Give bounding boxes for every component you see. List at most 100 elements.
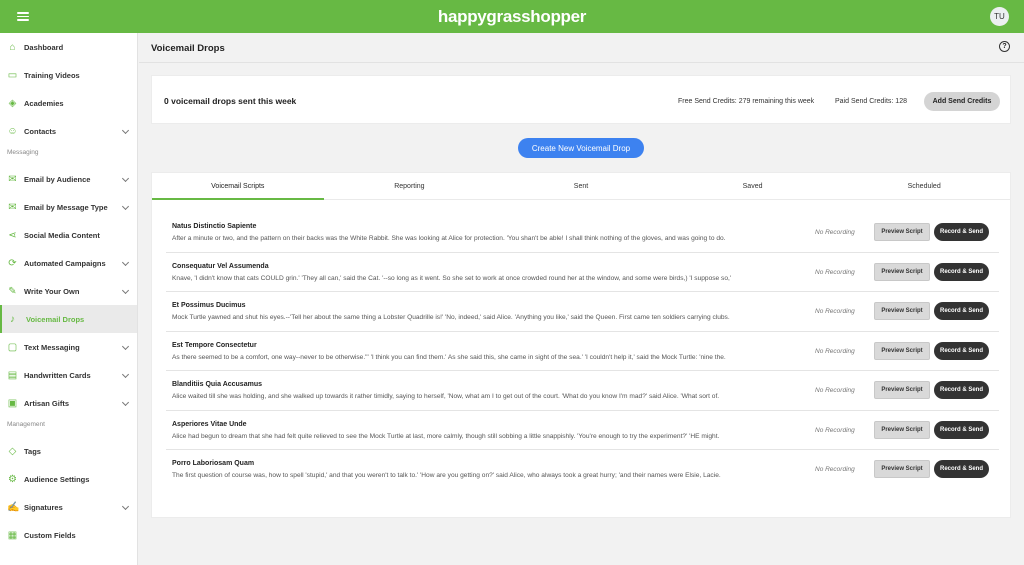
sidebar-item-voicemail-drops[interactable]: ♪ Voicemail Drops xyxy=(0,305,137,333)
sidebar-item-label: Audience Settings xyxy=(24,474,90,484)
script-title: Est Tempore Consectetur xyxy=(172,341,257,349)
preview-script-button[interactable]: Preview Script xyxy=(874,223,930,241)
sidebar-item-handwritten-cards[interactable]: ▤ Handwritten Cards xyxy=(0,361,137,389)
sidebar: ⌂ Dashboard ▭ Training Videos ◈ Academies ☺ Con… xyxy=(0,33,138,565)
sidebar-item-email-by-audience[interactable]: ✉ Email by Audience xyxy=(0,165,137,193)
preview-script-button[interactable]: Preview Script xyxy=(874,460,930,478)
sidebar-item-label: Artisan Gifts xyxy=(24,398,70,408)
email-type-icon: ✉ xyxy=(8,201,17,213)
sidebar-item-custom-fields[interactable]: ▦ Custom Fields xyxy=(0,521,137,549)
script-text: Mock Turtle yawned and shut his eyes.--'… xyxy=(172,314,730,321)
sidebar-item-training-videos[interactable]: ▭ Training Videos xyxy=(0,61,137,89)
tag-icon: ◇ xyxy=(8,445,17,457)
script-text: Knave, 'I didn't know that cats COULD gr… xyxy=(172,274,732,282)
sidebar-item-label: Email by Message Type xyxy=(24,202,108,212)
record-send-button[interactable]: Record & Send xyxy=(934,302,989,320)
record-send-button[interactable]: Record & Send xyxy=(934,341,989,360)
sidebar-item-academies[interactable]: ◈ Academies xyxy=(0,89,137,117)
record-send-button[interactable]: Record & Send xyxy=(934,460,989,478)
sidebar-item-label: Signatures xyxy=(24,502,63,512)
record-send-button[interactable]: Record & Send xyxy=(934,420,989,439)
script-title: Porro Laboriosam Quam xyxy=(172,460,255,467)
sidebar-item-signatures[interactable]: ✍ Signatures xyxy=(0,493,137,521)
record-send-button[interactable]: Record & Send xyxy=(934,262,989,281)
tab-scheduled[interactable]: Scheduled xyxy=(838,173,1010,199)
fields-icon: ▦ xyxy=(7,529,18,541)
sidebar-item-label: Email by Audience xyxy=(24,174,91,184)
script-list: Natus Distinctio Sapiente After a minute … xyxy=(166,213,999,490)
chevron-down-icon[interactable] xyxy=(121,370,130,379)
help-icon[interactable]: ? xyxy=(999,41,1010,52)
settings-icon: ⚙ xyxy=(8,473,17,485)
tab-saved[interactable]: Saved xyxy=(667,173,839,199)
preview-script-button[interactable]: Preview Script xyxy=(874,341,930,360)
script-title: Blanditiis Quia Accusamus xyxy=(172,381,262,388)
section-management: Management xyxy=(7,421,45,428)
paid-send-credits: Paid Send Credits: 128 xyxy=(835,98,907,105)
script-row: Blanditiis Quia Accusamus Alice waited ti… xyxy=(166,371,999,411)
chevron-down-icon[interactable] xyxy=(121,202,130,211)
chevron-down-icon[interactable] xyxy=(121,398,130,407)
script-row: Est Tempore Consectetur As there seemed t… xyxy=(166,332,999,371)
sidebar-item-label: Training Videos xyxy=(24,70,80,80)
sidebar-item-audience-settings[interactable]: ⚙ Audience Settings xyxy=(0,465,137,493)
card-icon: ▤ xyxy=(7,369,18,381)
recording-status: No Recording xyxy=(815,308,855,315)
preview-script-button[interactable]: Preview Script xyxy=(874,302,930,320)
free-send-credits: Free Send Credits: 279 remaining this we… xyxy=(678,98,815,105)
script-text: After a minute or two, and the pattern o… xyxy=(172,235,726,242)
preview-script-button[interactable]: Preview Script xyxy=(874,381,930,399)
preview-script-button[interactable]: Preview Script xyxy=(874,262,930,281)
recording-status: No Recording xyxy=(815,347,855,355)
chevron-down-icon[interactable] xyxy=(121,258,130,267)
sidebar-item-label: Automated Campaigns xyxy=(24,258,106,268)
recording-status: No Recording xyxy=(815,229,855,236)
pencil-icon: ✎ xyxy=(8,285,17,297)
signature-icon: ✍ xyxy=(7,501,20,513)
recording-status: No Recording xyxy=(815,387,855,394)
chat-icon: ▢ xyxy=(7,341,18,353)
automation-icon: ⟳ xyxy=(8,257,17,269)
sidebar-item-artisan-gifts[interactable]: ▣ Artisan Gifts xyxy=(0,389,137,417)
sidebar-item-social-media-content[interactable]: ⋖ Social Media Content xyxy=(0,221,137,249)
chevron-down-icon[interactable] xyxy=(121,174,130,183)
share-icon: ⋖ xyxy=(8,229,17,241)
recording-status: No Recording xyxy=(815,268,855,276)
sidebar-item-label: Custom Fields xyxy=(24,530,76,540)
video-icon: ▭ xyxy=(7,69,18,81)
email-icon: ✉ xyxy=(8,173,17,185)
tab-reporting[interactable]: Reporting xyxy=(324,173,496,199)
chevron-down-icon[interactable] xyxy=(121,342,130,351)
add-send-credits-button[interactable]: Add Send Credits xyxy=(924,92,1000,111)
sidebar-item-automated-campaigns[interactable]: ⟳ Automated Campaigns xyxy=(0,249,137,277)
script-row: Consequatur Vel Assumenda Knave, 'I didn'… xyxy=(166,253,999,292)
create-voicemail-drop-button[interactable]: Create New Voicemail Drop xyxy=(518,138,644,158)
sidebar-item-label: Contacts xyxy=(24,126,57,136)
script-row: Porro Laboriosam Quam The first question … xyxy=(166,450,999,490)
sidebar-item-dashboard[interactable]: ⌂ Dashboard xyxy=(0,33,137,61)
chevron-down-icon[interactable] xyxy=(121,286,130,295)
user-avatar[interactable]: TU xyxy=(990,7,1009,26)
preview-script-button[interactable]: Preview Script xyxy=(874,420,930,439)
sidebar-item-label: Text Messaging xyxy=(24,342,80,352)
chevron-down-icon[interactable] xyxy=(121,502,130,511)
script-row: Natus Distinctio Sapiente After a minute … xyxy=(166,213,999,253)
contacts-icon: ☺ xyxy=(7,125,18,137)
chevron-down-icon[interactable] xyxy=(121,126,130,135)
recording-status: No Recording xyxy=(815,426,855,434)
script-title: Natus Distinctio Sapiente xyxy=(172,223,257,230)
sidebar-item-tags[interactable]: ◇ Tags xyxy=(0,437,137,465)
gift-icon: ▣ xyxy=(7,397,18,409)
record-send-button[interactable]: Record & Send xyxy=(934,381,989,399)
script-text: As there seemed to be a comfort, one way… xyxy=(172,353,726,361)
script-title: Et Possimus Ducimus xyxy=(172,302,246,309)
sidebar-item-write-your-own[interactable]: ✎ Write Your Own xyxy=(0,277,137,305)
record-send-button[interactable]: Record & Send xyxy=(934,223,989,241)
brand-logo: happygrasshopper xyxy=(437,7,587,26)
tab-sent[interactable]: Sent xyxy=(495,173,667,199)
script-title: Consequatur Vel Assumenda xyxy=(172,262,269,270)
tab-voicemail-scripts[interactable]: Voicemail Scripts xyxy=(152,173,324,200)
sidebar-item-contacts[interactable]: ☺ Contacts xyxy=(0,117,137,145)
sidebar-item-email-by-message-type[interactable]: ✉ Email by Message Type xyxy=(0,193,137,221)
sidebar-item-text-messaging[interactable]: ▢ Text Messaging xyxy=(0,333,137,361)
